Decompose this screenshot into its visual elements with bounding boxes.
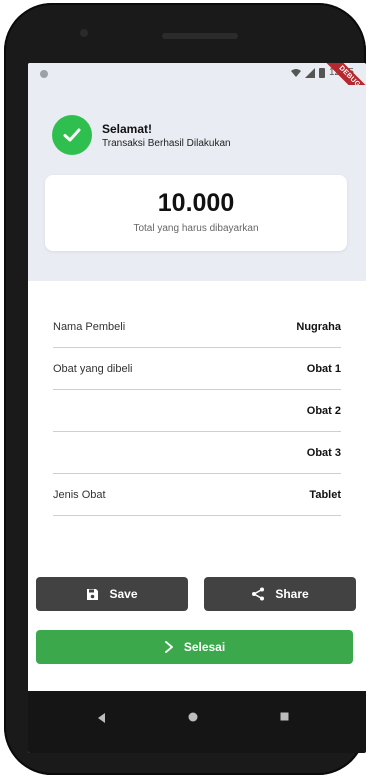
front-camera <box>80 29 88 37</box>
detail-label: Jenis Obat <box>53 488 106 501</box>
phone-frame: 12:35 DEBUG Selamat! Transaksi Berhasil … <box>4 3 366 775</box>
app-screen: 12:35 DEBUG Selamat! Transaksi Berhasil … <box>28 63 366 753</box>
battery-icon <box>318 67 325 78</box>
save-label: Save <box>109 587 138 601</box>
success-text: Selamat! Transaksi Berhasil Dilakukan <box>102 122 231 149</box>
phone-top-bezel <box>4 3 366 63</box>
finish-label: Selesai <box>183 640 226 654</box>
detail-value: Tablet <box>309 488 341 501</box>
detail-row-medicine: Obat yang dibeli Obat 1 <box>53 348 341 390</box>
chevron-right-icon <box>164 641 174 653</box>
transaction-details: Nama Pembeli Nugraha Obat yang dibeli Ob… <box>53 306 341 516</box>
back-icon[interactable] <box>96 712 106 724</box>
android-nav-bar <box>28 691 366 753</box>
home-icon[interactable] <box>188 712 198 722</box>
detail-row-type: Jenis Obat Tablet <box>53 474 341 516</box>
speaker-slot <box>162 33 238 39</box>
total-amount: 10.000 <box>157 189 235 217</box>
action-row: Save Share <box>36 577 356 611</box>
status-bar: 12:35 DEBUG <box>28 63 366 106</box>
success-message: Selamat! Transaksi Berhasil Dilakukan <box>52 115 231 155</box>
share-icon <box>251 587 265 601</box>
notification-dot-icon <box>40 70 48 78</box>
recents-icon[interactable] <box>280 712 289 721</box>
save-button[interactable]: Save <box>36 577 188 611</box>
success-title: Selamat! <box>102 121 153 136</box>
signal-icon <box>304 67 315 78</box>
detail-label: Obat yang dibeli <box>53 362 133 375</box>
finish-button[interactable]: Selesai <box>36 630 353 664</box>
share-button[interactable]: Share <box>204 577 356 611</box>
detail-value: Nugraha <box>296 320 341 333</box>
share-label: Share <box>275 587 309 601</box>
detail-value: Obat 2 <box>306 404 341 417</box>
detail-value: Obat 3 <box>306 446 341 459</box>
detail-row-medicine: Obat 2 <box>53 390 341 432</box>
wifi-icon <box>290 68 301 77</box>
save-icon <box>86 588 99 601</box>
success-subtitle: Transaksi Berhasil Dilakukan <box>102 137 231 149</box>
detail-row-buyer: Nama Pembeli Nugraha <box>53 306 341 348</box>
total-label: Total yang harus dibayarkan <box>133 223 259 234</box>
check-icon <box>52 115 92 155</box>
detail-label: Nama Pembeli <box>53 320 126 333</box>
success-header: Selamat! Transaksi Berhasil Dilakukan 10… <box>28 85 366 281</box>
total-card: 10.000 Total yang harus dibayarkan <box>45 175 347 251</box>
detail-value: Obat 1 <box>306 362 341 375</box>
detail-row-medicine: Obat 3 <box>53 432 341 474</box>
